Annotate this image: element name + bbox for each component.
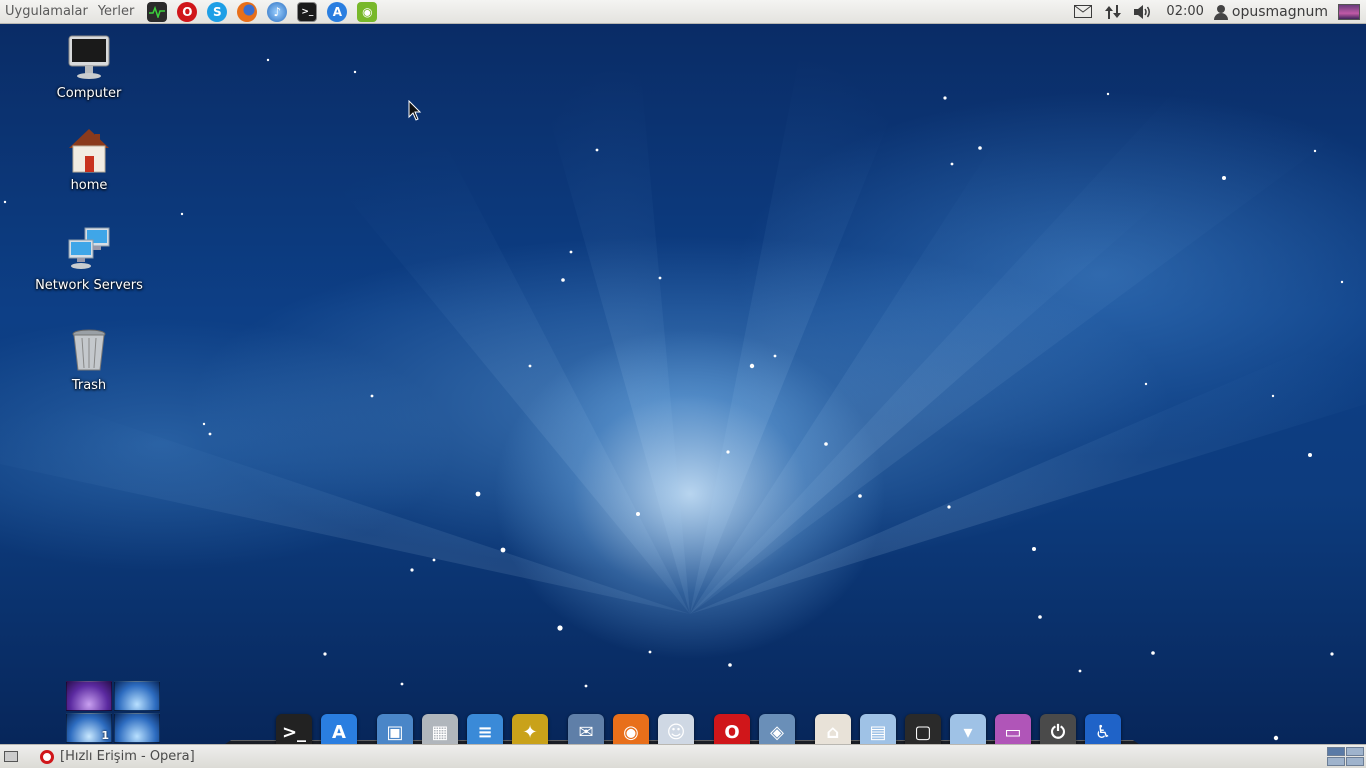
launcher-itunes[interactable]: ♪ <box>265 1 289 23</box>
launcher-app-store[interactable]: A <box>325 1 349 23</box>
taskbar-window-title: [Hızlı Erişim - Opera] <box>60 749 195 764</box>
mini-workspace[interactable] <box>1327 747 1345 756</box>
network-icon[interactable] <box>1098 0 1128 24</box>
terminal-icon: >_ <box>297 1 318 22</box>
show-desktop-button[interactable] <box>0 745 22 768</box>
workspace-number: 1 <box>101 729 109 742</box>
bottom-panel: [Hızlı Erişim - Opera] <box>0 744 1366 768</box>
taskbar-window-opera[interactable]: [Hızlı Erişim - Opera] <box>36 746 216 768</box>
username-label: opusmagnum <box>1231 3 1328 20</box>
launcher-firefox[interactable] <box>235 1 259 23</box>
opera-icon: O <box>177 1 198 22</box>
launcher-opera[interactable]: O <box>175 1 199 23</box>
skype-icon: S <box>207 1 228 22</box>
user-icon <box>1213 4 1228 20</box>
opera-icon <box>40 749 54 764</box>
panel-launchers: O S ♪ >_ A ◉ <box>145 1 379 23</box>
desktop-icon-trash[interactable]: Trash <box>24 326 154 393</box>
workspace-2[interactable] <box>114 681 160 711</box>
volume-icon[interactable] <box>1128 0 1158 24</box>
trash-icon <box>65 326 113 374</box>
desktop-icon-computer[interactable]: Computer <box>24 34 154 101</box>
panel-indicators: 02:00 opusmagnum <box>1068 0 1366 24</box>
itunes-icon: ♪ <box>267 1 288 22</box>
desktop-icon-label: Computer <box>56 86 122 101</box>
launcher-terminal[interactable]: >_ <box>295 1 319 23</box>
wallpaper-rays <box>0 54 1366 741</box>
mini-workspace[interactable] <box>1346 747 1364 756</box>
workspace-3[interactable]: 1 <box>66 713 112 743</box>
places-menu[interactable]: Yerler <box>93 0 140 24</box>
launcher-system-monitor[interactable] <box>145 1 169 23</box>
firefox-icon <box>237 1 258 22</box>
launcher-nvidia[interactable]: ◉ <box>355 1 379 23</box>
mini-workspace[interactable] <box>1346 757 1364 766</box>
desktop-icon-network-servers[interactable]: Network Servers <box>24 226 154 293</box>
desktop-icon-label: Trash <box>71 378 107 393</box>
app-store-icon: A <box>327 1 348 22</box>
desktop-icon-label: Network Servers <box>35 278 143 293</box>
home-folder-icon <box>65 126 113 174</box>
workspace-4[interactable] <box>114 713 160 743</box>
computer-icon <box>65 34 113 82</box>
mail-icon[interactable] <box>1068 0 1098 24</box>
workspace-1[interactable] <box>66 681 112 711</box>
applications-menu[interactable]: Uygulamalar <box>0 0 93 24</box>
launcher-skype[interactable]: S <box>205 1 229 23</box>
network-servers-icon <box>65 226 113 274</box>
desktop-icon-label: home <box>70 178 108 193</box>
user-menu[interactable]: opusmagnum <box>1213 3 1338 20</box>
mini-workspace[interactable] <box>1327 757 1345 766</box>
workspace-switcher: 1 <box>66 681 160 743</box>
desktop-wallpaper <box>0 24 1366 744</box>
system-monitor-icon <box>147 1 168 22</box>
clock[interactable]: 02:00 <box>1158 4 1213 19</box>
workspace-switcher-mini[interactable] <box>1327 747 1364 766</box>
nvidia-icon: ◉ <box>357 1 378 22</box>
mouse-cursor-icon <box>408 100 422 121</box>
show-desktop-icon <box>4 751 18 762</box>
session-thumbnail-icon[interactable] <box>1338 3 1360 20</box>
desktop-icon-home[interactable]: home <box>24 126 154 193</box>
top-panel: Uygulamalar Yerler O S ♪ >_ A ◉ 02:00 op… <box>0 0 1366 24</box>
